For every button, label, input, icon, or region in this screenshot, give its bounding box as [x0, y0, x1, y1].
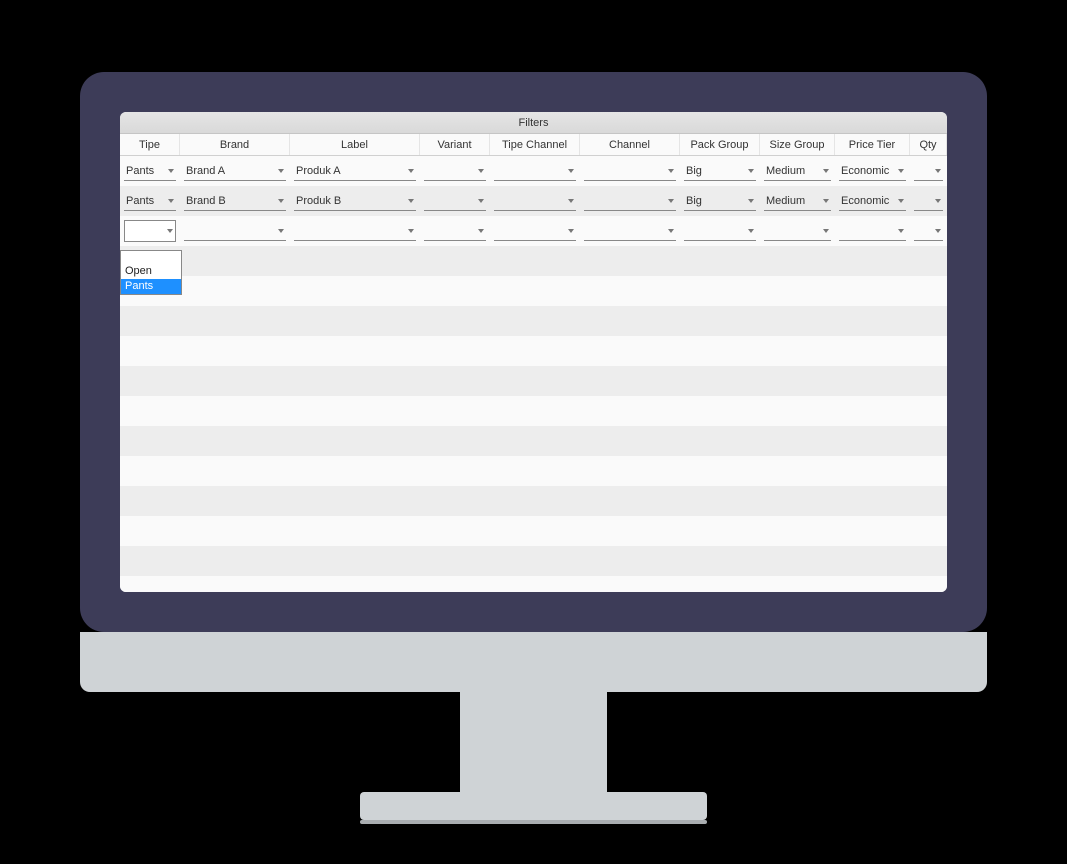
column-header-row: Tipe Brand Label Variant Tipe Channel Ch… — [120, 134, 947, 156]
tipe-select[interactable]: Pants — [124, 191, 176, 211]
chevron-down-icon — [748, 169, 754, 173]
packgroup-select[interactable]: Big — [684, 161, 756, 181]
data-rows-container: Pants Brand A Produk A Big Medium Econom… — [120, 156, 947, 246]
chevron-down-icon — [168, 169, 174, 173]
select-value: Brand A — [186, 165, 225, 177]
brand-select[interactable] — [184, 221, 286, 241]
chevron-down-icon — [408, 199, 414, 203]
dropdown-option[interactable]: Pants — [121, 279, 181, 294]
variant-select[interactable] — [424, 191, 486, 211]
chevron-down-icon — [668, 199, 674, 203]
dropdown-option[interactable]: Open — [121, 264, 181, 279]
select-value: Economic — [841, 165, 889, 177]
chevron-down-icon — [168, 199, 174, 203]
col-header-pricetier[interactable]: Price Tier — [835, 134, 910, 155]
pricetier-select[interactable]: Economic — [839, 191, 906, 211]
variant-select[interactable] — [424, 221, 486, 241]
chevron-down-icon — [478, 169, 484, 173]
tipe-select[interactable]: Pants — [124, 161, 176, 181]
label-select[interactable] — [294, 221, 416, 241]
chevron-down-icon — [823, 199, 829, 203]
select-value: Pants — [126, 195, 154, 207]
qty-select[interactable] — [914, 191, 943, 211]
select-value: Produk B — [296, 195, 341, 207]
chevron-down-icon — [823, 229, 829, 233]
filter-row — [120, 216, 947, 246]
col-header-variant[interactable]: Variant — [420, 134, 490, 155]
col-header-brand[interactable]: Brand — [180, 134, 290, 155]
qty-select[interactable] — [914, 161, 943, 181]
dropdown-option[interactable] — [121, 251, 181, 264]
variant-select[interactable] — [424, 161, 486, 181]
application-screen: Filters Tipe Brand Label Variant Tipe Ch… — [120, 112, 947, 592]
chevron-down-icon — [408, 229, 414, 233]
tipechannel-select[interactable] — [494, 161, 576, 181]
chevron-down-icon — [935, 199, 941, 203]
col-header-packgroup[interactable]: Pack Group — [680, 134, 760, 155]
col-header-qty[interactable]: Qty — [910, 134, 947, 155]
chevron-down-icon — [748, 229, 754, 233]
qty-select[interactable] — [914, 221, 943, 241]
select-value: Medium — [766, 195, 805, 207]
tipe-dropdown-list[interactable]: Open Pants — [120, 250, 182, 295]
select-value: Pants — [126, 165, 154, 177]
tipechannel-select[interactable] — [494, 191, 576, 211]
chevron-down-icon — [278, 169, 284, 173]
chevron-down-icon — [408, 169, 414, 173]
pricetier-select[interactable]: Economic — [839, 161, 906, 181]
label-select[interactable]: Produk B — [294, 191, 416, 211]
col-header-label[interactable]: Label — [290, 134, 420, 155]
tipechannel-select[interactable] — [494, 221, 576, 241]
chevron-down-icon — [898, 229, 904, 233]
chevron-down-icon — [935, 229, 941, 233]
pricetier-select[interactable] — [839, 221, 906, 241]
chevron-down-icon — [823, 169, 829, 173]
chevron-down-icon — [668, 169, 674, 173]
select-value: Brand B — [186, 195, 226, 207]
chevron-down-icon — [568, 229, 574, 233]
chevron-down-icon — [568, 199, 574, 203]
select-value: Economic — [841, 195, 889, 207]
sizegroup-select[interactable] — [764, 221, 831, 241]
label-select[interactable]: Produk A — [294, 161, 416, 181]
sizegroup-select[interactable]: Medium — [764, 191, 831, 211]
chevron-down-icon — [748, 199, 754, 203]
brand-select[interactable]: Brand B — [184, 191, 286, 211]
monitor-chin — [80, 632, 987, 692]
chevron-down-icon — [278, 229, 284, 233]
chevron-down-icon — [898, 169, 904, 173]
chevron-down-icon — [167, 229, 173, 233]
col-header-tipe[interactable]: Tipe — [120, 134, 180, 155]
tipe-select[interactable] — [124, 220, 176, 242]
select-value: Medium — [766, 165, 805, 177]
chevron-down-icon — [935, 169, 941, 173]
chevron-down-icon — [898, 199, 904, 203]
packgroup-select[interactable]: Big — [684, 191, 756, 211]
monitor-base — [360, 792, 707, 820]
packgroup-select[interactable] — [684, 221, 756, 241]
select-value: Big — [686, 165, 702, 177]
filters-panel-title: Filters — [120, 112, 947, 134]
select-value: Big — [686, 195, 702, 207]
select-value: Produk A — [296, 165, 341, 177]
chevron-down-icon — [478, 199, 484, 203]
col-header-channel[interactable]: Channel — [580, 134, 680, 155]
channel-select[interactable] — [584, 221, 676, 241]
col-header-tipechannel[interactable]: Tipe Channel — [490, 134, 580, 155]
channel-select[interactable] — [584, 191, 676, 211]
channel-select[interactable] — [584, 161, 676, 181]
filter-row: Pants Brand B Produk B Big Medium Econom… — [120, 186, 947, 216]
col-header-sizegroup[interactable]: Size Group — [760, 134, 835, 155]
brand-select[interactable]: Brand A — [184, 161, 286, 181]
chevron-down-icon — [278, 199, 284, 203]
monitor-frame: Filters Tipe Brand Label Variant Tipe Ch… — [80, 72, 987, 632]
chevron-down-icon — [568, 169, 574, 173]
filter-row: Pants Brand A Produk A Big Medium Econom… — [120, 156, 947, 186]
chevron-down-icon — [668, 229, 674, 233]
sizegroup-select[interactable]: Medium — [764, 161, 831, 181]
grid-body: Pants Brand A Produk A Big Medium Econom… — [120, 156, 947, 592]
monitor-neck — [460, 692, 607, 802]
chevron-down-icon — [478, 229, 484, 233]
